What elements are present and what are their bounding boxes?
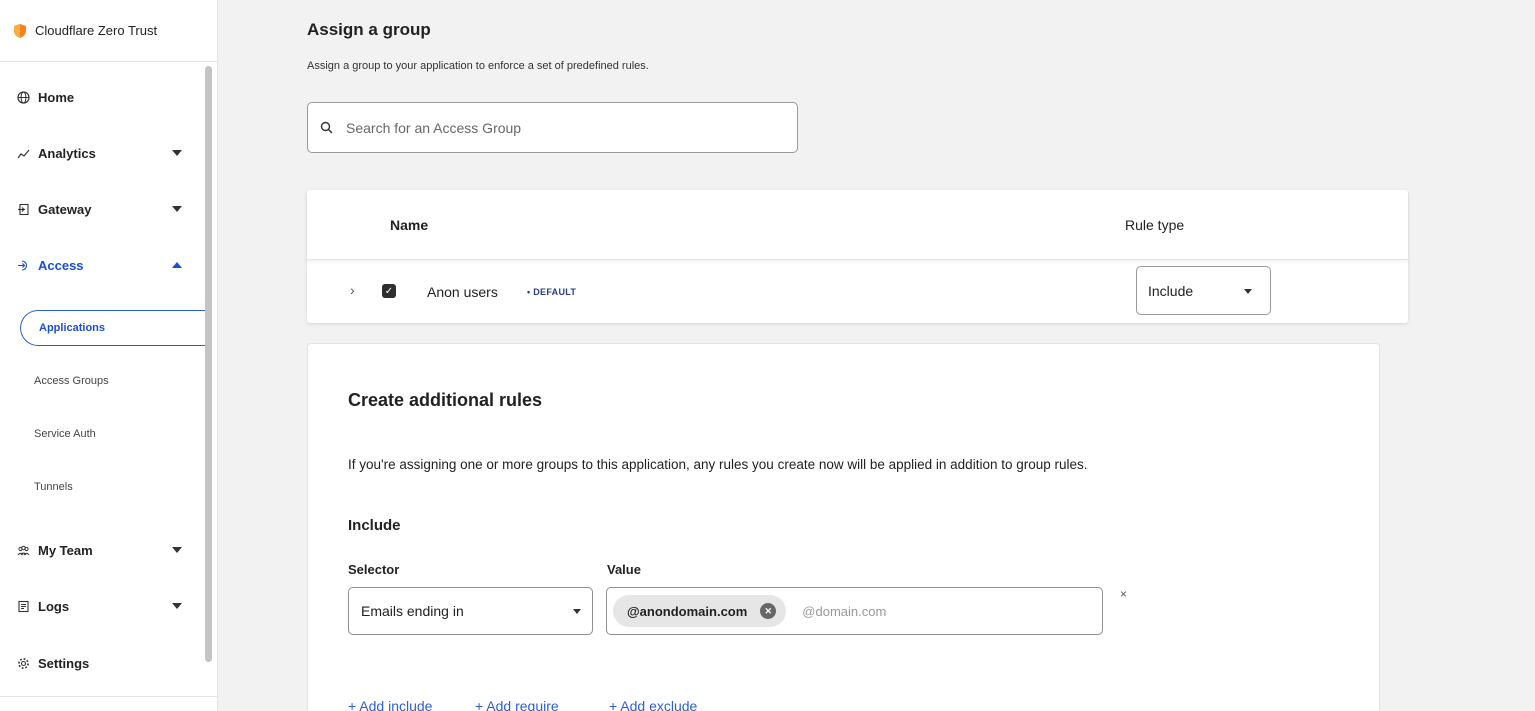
rule-type-select[interactable]: Include [1136, 266, 1271, 315]
sidebar-item-label: Settings [38, 655, 90, 671]
value-label: Value [607, 562, 641, 577]
add-require-link[interactable]: + Add require [475, 698, 559, 711]
add-include-link[interactable]: + Add include [348, 698, 432, 711]
sidebar: Cloudflare Zero Trust Home Analytics Gat… [0, 0, 218, 711]
selector-dropdown[interactable]: Emails ending in [348, 587, 593, 635]
sidebar-subitem-access-groups[interactable]: Access Groups [34, 375, 109, 387]
sidebar-item-access[interactable]: Access [0, 250, 200, 280]
sidebar-item-label: Logs [38, 598, 70, 614]
chevron-down-icon [1244, 289, 1252, 294]
brand-name: Cloudflare Zero Trust [35, 23, 158, 38]
logs-icon [16, 599, 30, 613]
value-input[interactable] [802, 603, 1003, 619]
value-field[interactable]: @anondomain.com ✕ [606, 587, 1103, 635]
rule-type-value: Include [1148, 282, 1194, 299]
sidebar-divider [0, 696, 218, 697]
brand[interactable]: Cloudflare Zero Trust [0, 0, 218, 62]
sidebar-item-label: Access [38, 257, 84, 273]
group-name: Anon users [427, 284, 498, 300]
include-heading: Include [348, 517, 401, 534]
section-description: If you're assigning one or more groups t… [348, 457, 1088, 472]
sidebar-item-label: Gateway [38, 201, 92, 217]
group-search[interactable] [307, 102, 798, 153]
gateway-icon [16, 202, 30, 216]
add-exclude-link[interactable]: + Add exclude [609, 698, 697, 711]
chevron-right-icon[interactable]: › [350, 282, 355, 298]
sidebar-subitem-applications[interactable]: Applications [20, 310, 205, 346]
sidebar-item-label: Analytics [38, 145, 96, 161]
chip-remove-icon[interactable]: ✕ [760, 603, 777, 619]
sidebar-subitem-service-auth[interactable]: Service Auth [34, 428, 96, 440]
sidebar-item-settings[interactable]: Settings [0, 648, 200, 678]
chevron-down-icon [172, 150, 182, 156]
sidebar-item-my-team[interactable]: My Team [0, 535, 200, 565]
sidebar-item-logs[interactable]: Logs [0, 591, 200, 621]
additional-rules-card: Create additional rules If you're assign… [307, 343, 1380, 711]
globe-icon [16, 90, 30, 104]
search-input[interactable] [346, 119, 766, 136]
chevron-down-icon [172, 603, 182, 609]
selector-value: Emails ending in [361, 603, 464, 619]
section-title: Create additional rules [348, 390, 543, 410]
value-chip: @anondomain.com ✕ [613, 595, 787, 627]
table-header: Name Rule type [307, 190, 1408, 260]
page-title: Assign a group [307, 20, 431, 39]
chevron-down-icon [573, 609, 581, 614]
column-header-name: Name [390, 217, 429, 233]
sidebar-subitem-tunnels[interactable]: Tunnels [34, 481, 73, 493]
sidebar-scrollbar[interactable] [205, 66, 212, 662]
sidebar-subitem-label: Applications [39, 322, 106, 334]
gear-icon [16, 656, 30, 670]
team-icon [16, 543, 30, 557]
row-checkbox[interactable]: ✓ [382, 284, 396, 298]
sidebar-item-analytics[interactable]: Analytics [0, 138, 200, 168]
chip-label: @anondomain.com [627, 603, 748, 619]
chevron-down-icon [172, 547, 182, 553]
sidebar-item-label: Home [38, 89, 75, 105]
default-badge: • DEFAULT [527, 287, 577, 297]
remove-rule-icon[interactable]: × [1120, 587, 1127, 601]
chevron-up-icon [172, 262, 182, 268]
search-icon [320, 121, 333, 133]
access-icon [16, 258, 30, 272]
page-description: Assign a group to your application to en… [307, 60, 649, 72]
selector-label: Selector [348, 562, 400, 577]
cloudflare-shield-icon [14, 23, 26, 38]
analytics-icon [16, 146, 30, 160]
sidebar-item-home[interactable]: Home [0, 82, 200, 112]
sidebar-item-label: My Team [38, 542, 93, 558]
groups-table: Name Rule type › ✓ Anon users • DEFAULT … [307, 190, 1408, 323]
sidebar-item-gateway[interactable]: Gateway [0, 194, 200, 224]
column-header-rule-type: Rule type [1125, 217, 1185, 233]
chevron-down-icon [172, 206, 182, 212]
